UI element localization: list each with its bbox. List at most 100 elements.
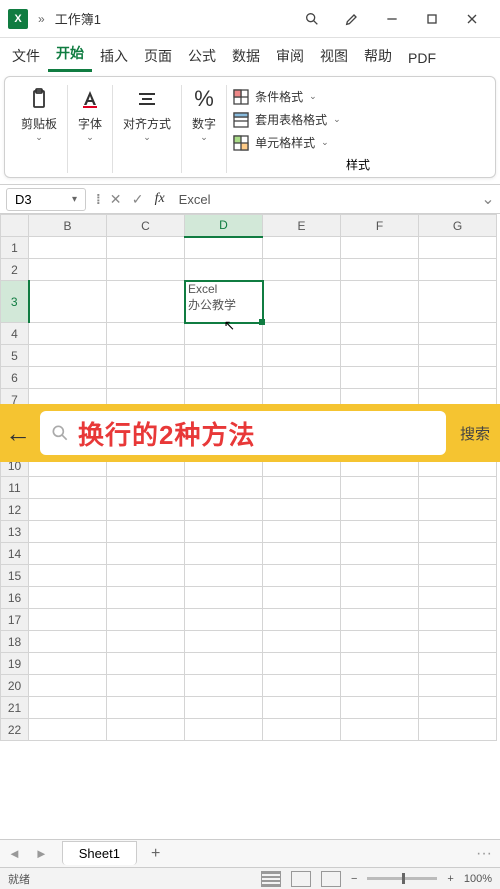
cell-G5[interactable] <box>419 345 497 367</box>
cell-F17[interactable] <box>341 609 419 631</box>
back-arrow-icon[interactable]: ← <box>0 418 36 449</box>
cell-E5[interactable] <box>263 345 341 367</box>
cell-E15[interactable] <box>263 565 341 587</box>
cell-D18[interactable] <box>185 631 263 653</box>
cell-B13[interactable] <box>29 521 107 543</box>
cell-F19[interactable] <box>341 653 419 675</box>
cell-E16[interactable] <box>263 587 341 609</box>
row-header-5[interactable]: 5 <box>1 345 29 367</box>
row-header-18[interactable]: 18 <box>1 631 29 653</box>
row-header-21[interactable]: 21 <box>1 697 29 719</box>
cell-E6[interactable] <box>263 367 341 389</box>
cell-B21[interactable] <box>29 697 107 719</box>
cell-E21[interactable] <box>263 697 341 719</box>
cell-B17[interactable] <box>29 609 107 631</box>
quick-access-chevron[interactable]: » <box>38 12 45 26</box>
zoom-level[interactable]: 100% <box>464 873 492 885</box>
cell-G22[interactable] <box>419 719 497 741</box>
cell-C11[interactable] <box>107 477 185 499</box>
row-header-15[interactable]: 15 <box>1 565 29 587</box>
page-layout-view-button[interactable] <box>291 871 311 887</box>
cell-C6[interactable] <box>107 367 185 389</box>
cell-D17[interactable] <box>185 609 263 631</box>
cell-C12[interactable] <box>107 499 185 521</box>
cell-E4[interactable] <box>263 323 341 345</box>
number-group[interactable]: % 数字 ⌄ <box>182 85 227 173</box>
cell-F14[interactable] <box>341 543 419 565</box>
zoom-slider[interactable] <box>367 877 437 880</box>
column-header-B[interactable]: B <box>29 215 107 237</box>
cell-G17[interactable] <box>419 609 497 631</box>
sheet-options-icon[interactable]: ··· <box>476 845 492 863</box>
cell-D5[interactable] <box>185 345 263 367</box>
cell-E22[interactable] <box>263 719 341 741</box>
cell-F13[interactable] <box>341 521 419 543</box>
row-header-2[interactable]: 2 <box>1 259 29 281</box>
font-group[interactable]: 字体 ⌄ <box>68 85 113 173</box>
cell-B14[interactable] <box>29 543 107 565</box>
row-header-6[interactable]: 6 <box>1 367 29 389</box>
cell-G11[interactable] <box>419 477 497 499</box>
column-header-C[interactable]: C <box>107 215 185 237</box>
row-header-4[interactable]: 4 <box>1 323 29 345</box>
table-format-button[interactable]: 套用表格格式 ⌄ <box>233 108 341 131</box>
cell-E13[interactable] <box>263 521 341 543</box>
cell-F1[interactable] <box>341 237 419 259</box>
cell-B18[interactable] <box>29 631 107 653</box>
cell-E3[interactable] <box>263 281 341 323</box>
cell-D15[interactable] <box>185 565 263 587</box>
tab-view[interactable]: 视图 <box>312 40 356 72</box>
row-header-16[interactable]: 16 <box>1 587 29 609</box>
row-header-12[interactable]: 12 <box>1 499 29 521</box>
tab-data[interactable]: 数据 <box>224 40 268 72</box>
cell-C5[interactable] <box>107 345 185 367</box>
cell-D21[interactable] <box>185 697 263 719</box>
formula-input[interactable]: Excel <box>171 189 476 210</box>
cell-G13[interactable] <box>419 521 497 543</box>
cell-G1[interactable] <box>419 237 497 259</box>
cell-F16[interactable] <box>341 587 419 609</box>
cell-style-button[interactable]: 单元格样式 ⌄ <box>233 131 329 154</box>
row-header-13[interactable]: 13 <box>1 521 29 543</box>
cell-G21[interactable] <box>419 697 497 719</box>
cell-G12[interactable] <box>419 499 497 521</box>
cell-C4[interactable] <box>107 323 185 345</box>
cell-C22[interactable] <box>107 719 185 741</box>
cell-E2[interactable] <box>263 259 341 281</box>
cell-B5[interactable] <box>29 345 107 367</box>
row-header-19[interactable]: 19 <box>1 653 29 675</box>
cell-B12[interactable] <box>29 499 107 521</box>
insert-function-button[interactable]: fx <box>149 191 171 207</box>
cell-E18[interactable] <box>263 631 341 653</box>
page-break-view-button[interactable] <box>321 871 341 887</box>
cell-B1[interactable] <box>29 237 107 259</box>
cell-G19[interactable] <box>419 653 497 675</box>
cell-D22[interactable] <box>185 719 263 741</box>
cell-C19[interactable] <box>107 653 185 675</box>
cell-D2[interactable] <box>185 259 263 281</box>
cell-C13[interactable] <box>107 521 185 543</box>
minimize-button[interactable] <box>372 4 412 34</box>
cell-C16[interactable] <box>107 587 185 609</box>
cell-B22[interactable] <box>29 719 107 741</box>
sheet-nav-prev[interactable]: ◄ <box>8 846 21 861</box>
row-header-3[interactable]: 3 <box>1 281 29 323</box>
cell-F18[interactable] <box>341 631 419 653</box>
cell-F3[interactable] <box>341 281 419 323</box>
cell-E20[interactable] <box>263 675 341 697</box>
cell-C15[interactable] <box>107 565 185 587</box>
tab-formulas[interactable]: 公式 <box>180 40 224 72</box>
cell-G3[interactable] <box>419 281 497 323</box>
cell-D3[interactable]: Excel办公教学↖ <box>185 281 263 323</box>
tab-insert[interactable]: 插入 <box>92 40 136 72</box>
cell-E19[interactable] <box>263 653 341 675</box>
cell-G6[interactable] <box>419 367 497 389</box>
cell-C21[interactable] <box>107 697 185 719</box>
cell-G14[interactable] <box>419 543 497 565</box>
expand-formula-bar-button[interactable]: ⌄ <box>476 189 500 209</box>
enter-formula-button[interactable]: ✓ <box>127 191 149 208</box>
clipboard-group[interactable]: 剪贴板 ⌄ <box>11 85 68 173</box>
cell-B4[interactable] <box>29 323 107 345</box>
cell-F5[interactable] <box>341 345 419 367</box>
cell-G2[interactable] <box>419 259 497 281</box>
